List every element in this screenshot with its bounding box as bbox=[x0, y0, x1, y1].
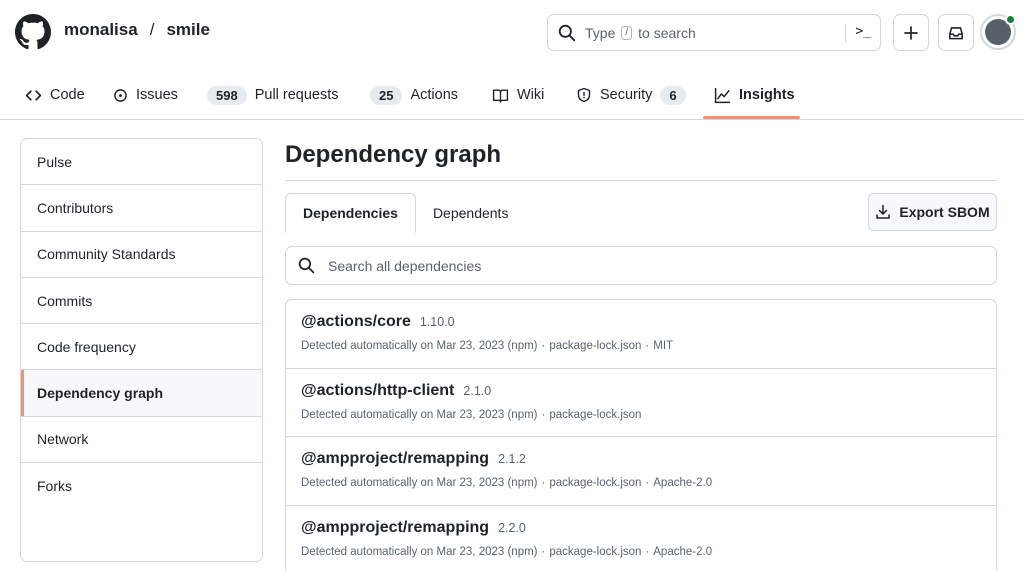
dependency-license: MIT bbox=[653, 340, 674, 352]
dependency-name[interactable]: @ampproject/remapping bbox=[301, 450, 489, 468]
global-search-input[interactable]: Type / to search >_ bbox=[547, 14, 881, 51]
subtab-dependencies[interactable]: Dependencies bbox=[285, 193, 416, 233]
tab-security-label: Security bbox=[600, 87, 653, 103]
tab-wiki[interactable]: Wiki bbox=[492, 72, 544, 118]
dependency-meta: Detected automatically on Mar 23, 2023 (… bbox=[301, 340, 674, 352]
sidebar-item-community-standards[interactable]: Community Standards bbox=[21, 232, 262, 278]
sidebar-item-contributors[interactable]: Contributors bbox=[21, 185, 262, 232]
dependency-version: 2.2.0 bbox=[498, 520, 526, 535]
tab-actions[interactable]: 25 Actions bbox=[370, 72, 458, 118]
repo-nav-tabs: Code Issues 598 Pull requests 25 Actions… bbox=[0, 72, 1024, 120]
search-divider bbox=[845, 24, 846, 42]
title-divider bbox=[285, 180, 997, 181]
tab-actions-label: Actions bbox=[410, 87, 459, 103]
repo-link[interactable]: smile bbox=[166, 20, 209, 40]
github-logo-icon[interactable] bbox=[15, 14, 51, 50]
sidebar-item-label: Commits bbox=[37, 292, 93, 309]
dependency-version: 2.1.0 bbox=[463, 383, 492, 398]
list-item[interactable]: @actions/http-client 2.1.0 Detected auto… bbox=[286, 369, 996, 437]
tab-code-label: Code bbox=[50, 87, 85, 103]
dependency-search-placeholder: Search all dependencies bbox=[328, 257, 482, 274]
dependency-file: package-lock.json bbox=[549, 340, 642, 352]
dependency-subtabs: Dependencies Dependents bbox=[285, 193, 525, 233]
tab-issues-label: Issues bbox=[136, 87, 178, 103]
subtab-dependents[interactable]: Dependents bbox=[416, 193, 526, 233]
actions-count-badge: 25 bbox=[370, 85, 403, 105]
list-item[interactable]: @actions/core 1.10.0 Detected automatica… bbox=[286, 300, 996, 369]
dependency-detected: Detected automatically on Mar 23, 2023 (… bbox=[301, 545, 538, 558]
sidebar-item-network[interactable]: Network bbox=[21, 417, 262, 464]
dependency-meta: Detected automatically on Mar 23, 2023 (… bbox=[301, 408, 642, 421]
dependency-name[interactable]: @actions/core bbox=[301, 313, 411, 331]
dependency-list: @actions/core 1.10.0 Detected automatica… bbox=[285, 299, 997, 571]
dependency-version: 1.10.0 bbox=[419, 315, 455, 329]
tab-insights-label: Insights bbox=[739, 87, 795, 103]
dependency-file: package-lock.json bbox=[549, 477, 642, 489]
sidebar-item-code-frequency[interactable]: Code frequency bbox=[21, 324, 262, 371]
tab-security[interactable]: Security 6 bbox=[576, 72, 686, 118]
active-tab-indicator bbox=[703, 116, 800, 119]
dependency-detected: Detected automatically on Mar 23, 2023 (… bbox=[301, 477, 538, 489]
breadcrumb-separator: / bbox=[149, 20, 155, 39]
search-suffix: to search bbox=[638, 24, 696, 41]
shield-icon bbox=[577, 87, 591, 103]
issue-icon bbox=[114, 88, 127, 102]
sidebar-item-commits[interactable]: Commits bbox=[21, 278, 262, 325]
dependency-detected: Detected automatically on Mar 23, 2023 (… bbox=[301, 340, 538, 352]
download-icon bbox=[876, 204, 891, 219]
dependency-file: package-lock.json bbox=[549, 408, 642, 421]
sidebar-item-label: Forks bbox=[37, 478, 72, 495]
dependency-meta: Detected automatically on Mar 23, 2023 (… bbox=[301, 477, 713, 489]
sidebar-item-pulse[interactable]: Pulse bbox=[21, 139, 262, 186]
graph-icon bbox=[714, 87, 731, 103]
list-item[interactable]: @ampproject/remapping 2.1.2 Detected aut… bbox=[286, 437, 996, 506]
command-palette-icon[interactable]: >_ bbox=[855, 24, 871, 39]
dependency-license: Apache-2.0 bbox=[653, 477, 713, 489]
sidebar-item-label: Network bbox=[37, 431, 89, 448]
user-avatar[interactable] bbox=[980, 14, 1016, 50]
search-prefix: Type bbox=[585, 24, 616, 41]
code-icon bbox=[25, 89, 42, 101]
pull-requests-count-badge: 598 bbox=[207, 85, 247, 105]
insights-sidebar: Pulse Contributors Community Standards C… bbox=[20, 138, 263, 562]
tab-insights[interactable]: Insights bbox=[714, 72, 795, 118]
tab-issues[interactable]: Issues bbox=[113, 72, 178, 118]
security-count-badge: 6 bbox=[660, 85, 686, 105]
search-icon bbox=[298, 257, 315, 274]
book-icon bbox=[492, 88, 509, 103]
dependency-license: Apache-2.0 bbox=[653, 545, 713, 558]
tab-pull-requests[interactable]: 598 Pull requests bbox=[207, 72, 339, 118]
dependency-file: package-lock.json bbox=[549, 545, 642, 558]
sidebar-item-forks[interactable]: Forks bbox=[21, 463, 262, 509]
plus-icon bbox=[904, 25, 918, 40]
dependency-version: 2.1.2 bbox=[498, 452, 526, 466]
sidebar-item-label: Pulse bbox=[37, 153, 73, 170]
inbox-button[interactable] bbox=[938, 14, 974, 51]
search-icon bbox=[558, 24, 576, 41]
export-sbom-label: Export SBOM bbox=[899, 204, 990, 220]
page-title: Dependency graph bbox=[285, 141, 502, 168]
repo-breadcrumb: monalisa / smile bbox=[64, 20, 210, 40]
sidebar-item-label: Code frequency bbox=[37, 338, 136, 355]
sidebar-item-dependency-graph[interactable]: Dependency graph bbox=[21, 370, 262, 417]
owner-link[interactable]: monalisa bbox=[64, 20, 138, 40]
inbox-icon bbox=[949, 26, 963, 39]
dependency-meta: Detected automatically on Mar 23, 2023 (… bbox=[301, 545, 713, 558]
sidebar-item-label: Community Standards bbox=[37, 246, 176, 263]
dependency-name[interactable]: @actions/http-client bbox=[301, 382, 454, 400]
list-item[interactable]: @ampproject/remapping 2.2.0 Detected aut… bbox=[286, 506, 996, 571]
sidebar-item-label: Dependency graph bbox=[37, 385, 164, 402]
dependency-detected: Detected automatically on Mar 23, 2023 (… bbox=[301, 408, 538, 421]
tab-wiki-label: Wiki bbox=[517, 87, 545, 103]
search-shortcut-key: / bbox=[621, 25, 633, 40]
dependency-search-input[interactable]: Search all dependencies bbox=[285, 246, 997, 285]
status-dot bbox=[1005, 14, 1016, 25]
dependency-name[interactable]: @ampproject/remapping bbox=[301, 519, 489, 537]
create-new-button[interactable] bbox=[893, 14, 929, 51]
tab-code[interactable]: Code bbox=[25, 72, 85, 118]
tab-pull-requests-label: Pull requests bbox=[254, 87, 339, 103]
export-sbom-button[interactable]: Export SBOM bbox=[868, 193, 997, 231]
sidebar-item-label: Contributors bbox=[37, 199, 114, 216]
